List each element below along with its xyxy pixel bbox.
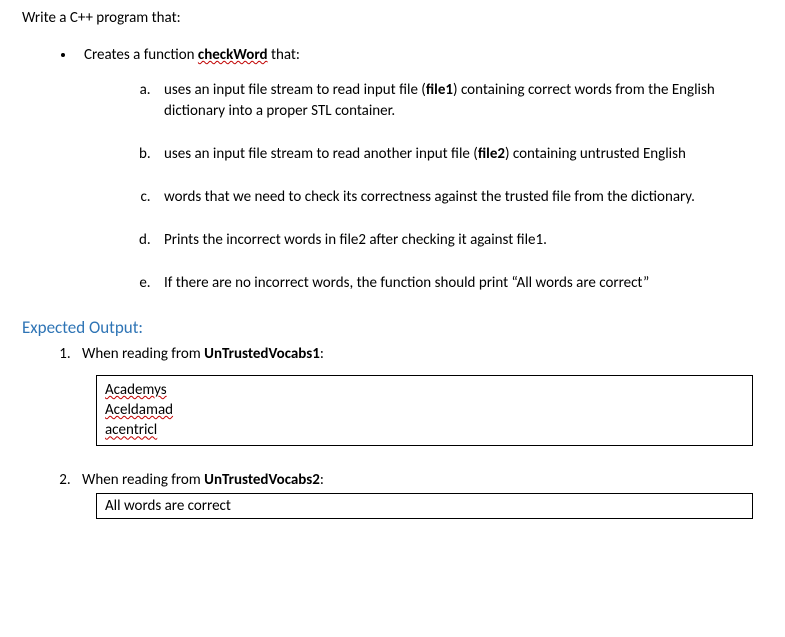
expected-output-2: When reading from UnTrustedVocabs2: All … bbox=[74, 470, 763, 519]
expected-output-list: When reading from UnTrustedVocabs1: Acad… bbox=[22, 344, 763, 519]
expected-output-heading: Expected Output: bbox=[22, 316, 763, 340]
sub-b-pre: uses an input file stream to read anothe… bbox=[164, 145, 478, 163]
function-name: checkWord bbox=[198, 46, 268, 64]
sub-item-b: uses an input file stream to read anothe… bbox=[154, 144, 763, 165]
output1-label-pre: When reading from bbox=[82, 345, 204, 363]
output2-filename: UnTrustedVocabs2 bbox=[204, 471, 320, 489]
sub-item-a: uses an input file stream to read input … bbox=[154, 80, 763, 122]
output1-line-1: Academys bbox=[105, 381, 167, 399]
bullet-prefix: Creates a function bbox=[84, 46, 198, 64]
output1-line-2: Aceldamad bbox=[105, 401, 173, 419]
sub-a-pre: uses an input file stream to read input … bbox=[164, 81, 426, 99]
file2-label: file2 bbox=[478, 145, 505, 163]
output2-label-post: : bbox=[320, 471, 324, 489]
output-box-2: All words are correct bbox=[96, 493, 753, 519]
sub-item-e: If there are no incorrect words, the fun… bbox=[154, 273, 763, 294]
output1-filename: UnTrustedVocabs1 bbox=[204, 345, 320, 363]
output1-line-3: acentricl bbox=[105, 421, 157, 439]
intro-text: Write a C++ program that: bbox=[22, 8, 763, 29]
bullet-suffix: that: bbox=[268, 46, 300, 64]
sub-b-post: ) containing untrusted English bbox=[505, 145, 686, 163]
output2-label-pre: When reading from bbox=[82, 471, 204, 489]
sub-item-d: Prints the incorrect words in file2 afte… bbox=[154, 230, 763, 251]
file1-label: file1 bbox=[426, 81, 453, 99]
sub-item-c: words that we need to check its correctn… bbox=[154, 187, 763, 208]
output2-line: All words are correct bbox=[105, 496, 744, 516]
output-box-1: Academys Aceldamad acentricl bbox=[96, 375, 753, 446]
expected-output-1: When reading from UnTrustedVocabs1: Acad… bbox=[74, 344, 763, 446]
main-bullet-list: Creates a function checkWord that: uses … bbox=[22, 45, 763, 294]
sub-requirements-list: uses an input file stream to read input … bbox=[84, 80, 763, 294]
bullet-item-function: Creates a function checkWord that: uses … bbox=[76, 45, 763, 294]
output1-label-post: : bbox=[320, 345, 324, 363]
